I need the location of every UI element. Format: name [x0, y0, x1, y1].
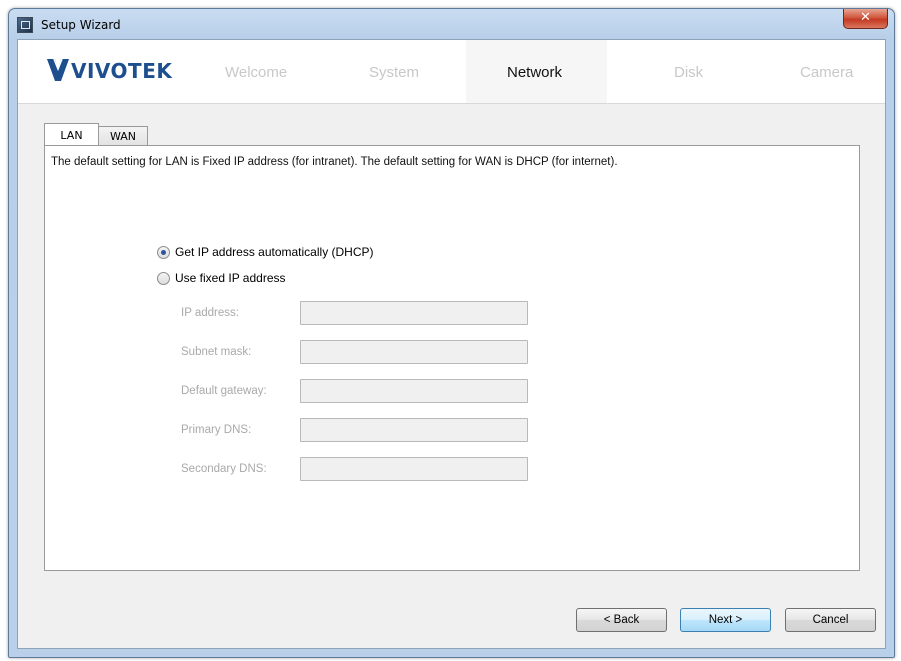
step-camera: Camera [800, 64, 854, 81]
subnet-mask-label: Subnet mask: [181, 346, 252, 358]
primary-dns-input[interactable] [300, 418, 528, 442]
tab-wan[interactable]: WAN [98, 126, 148, 145]
app-icon [17, 17, 33, 33]
step-system: System [369, 64, 420, 81]
wizard-client-area: VIVOTEK Welcome System Network Disk Came… [17, 39, 886, 649]
fixed-ip-radio-label[interactable]: Use fixed IP address [175, 271, 286, 285]
window-title: Setup Wizard [41, 18, 121, 32]
secondary-dns-input[interactable] [300, 457, 528, 481]
tab-lan[interactable]: LAN [44, 123, 99, 145]
logo-text: VIVOTEK [71, 59, 173, 83]
close-button[interactable]: ✕ [843, 9, 888, 29]
dhcp-radio-label[interactable]: Get IP address automatically (DHCP) [175, 245, 374, 259]
cancel-button[interactable]: Cancel [785, 608, 876, 632]
fixed-ip-radio-button[interactable] [157, 272, 170, 285]
step-welcome: Welcome [225, 64, 288, 81]
setup-wizard-window: Setup Wizard ✕ VIVOTEK Welcome System Ne… [8, 8, 895, 658]
dhcp-radio-button[interactable] [157, 246, 170, 259]
logo-mark-icon [47, 58, 69, 81]
primary-dns-label: Primary DNS: [181, 424, 252, 436]
ip-address-input[interactable] [300, 301, 528, 325]
network-description: The default setting for LAN is Fixed IP … [51, 156, 618, 168]
ip-address-label: IP address: [181, 307, 239, 319]
step-network: Network [507, 64, 563, 81]
default-gateway-label: Default gateway: [181, 385, 267, 397]
title-bar[interactable]: Setup Wizard ✕ [9, 9, 894, 39]
wizard-header: VIVOTEK Welcome System Network Disk Came… [18, 40, 885, 104]
next-button[interactable]: Next > [680, 608, 771, 632]
step-disk: Disk [674, 64, 704, 81]
lan-tab-panel: The default setting for LAN is Fixed IP … [44, 145, 860, 571]
secondary-dns-label: Secondary DNS: [181, 463, 267, 475]
subnet-mask-input[interactable] [300, 340, 528, 364]
vivotek-logo: VIVOTEK [45, 56, 175, 86]
back-button[interactable]: < Back [576, 608, 667, 632]
default-gateway-input[interactable] [300, 379, 528, 403]
